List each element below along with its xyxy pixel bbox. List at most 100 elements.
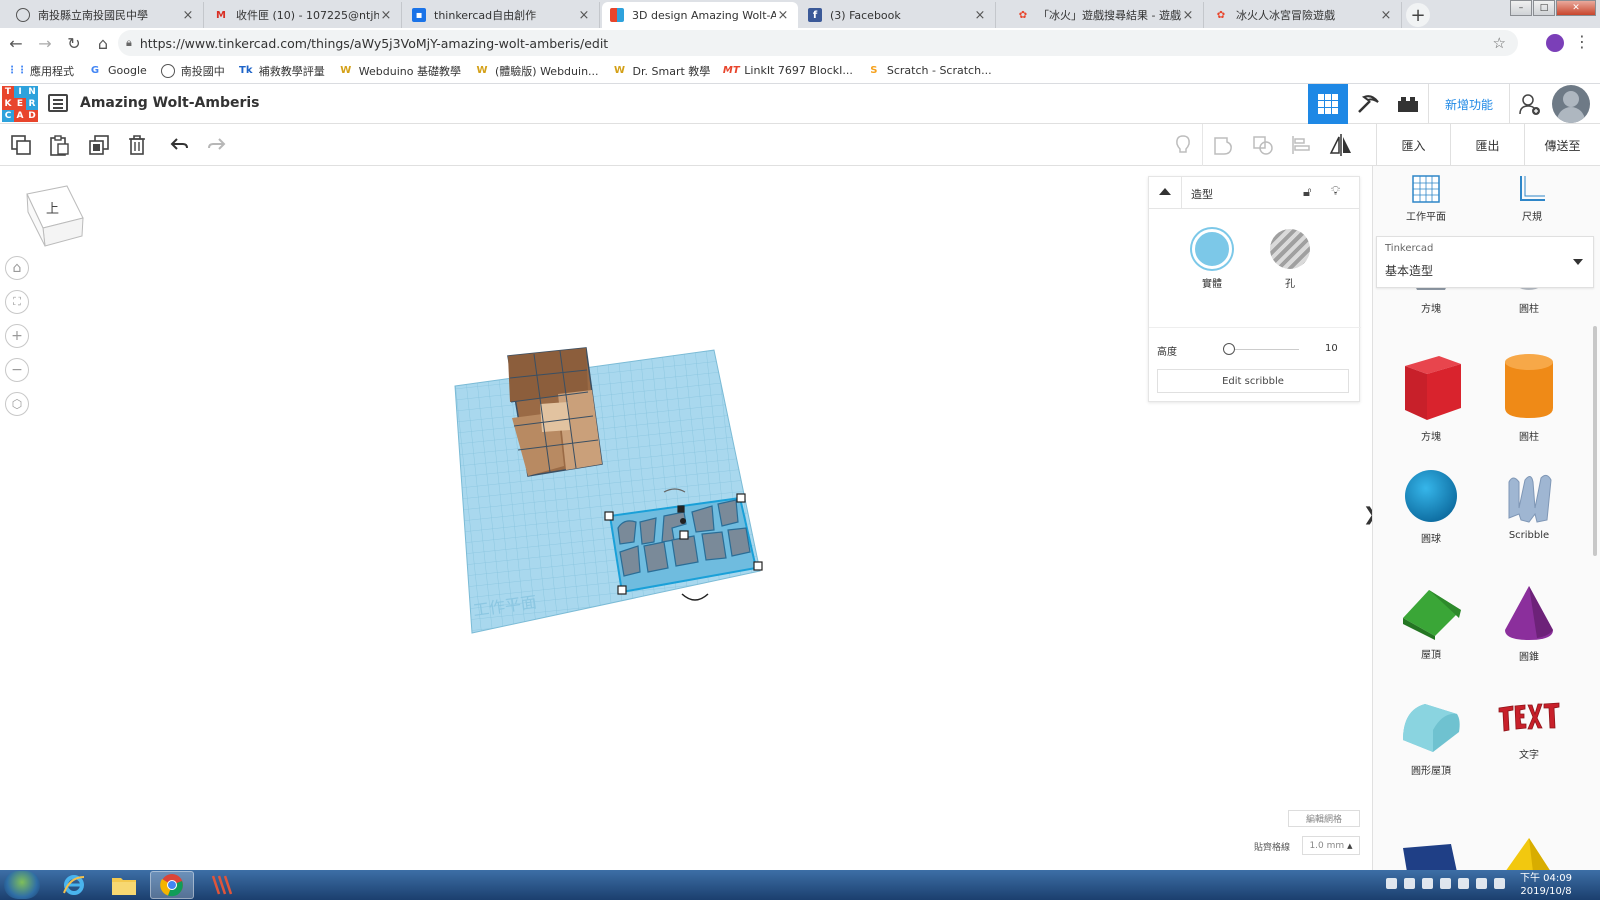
hole-swatch[interactable]	[1270, 229, 1310, 269]
browser-menu-icon[interactable]: ⋮	[1574, 32, 1590, 51]
collapse-caret-icon[interactable]	[1159, 188, 1171, 195]
height-slider-knob[interactable]	[1223, 343, 1235, 355]
chrome-taskbar-button[interactable]	[150, 871, 194, 899]
bookmark-item[interactable]: S Scratch - Scratch...	[867, 64, 991, 78]
project-title[interactable]: Amazing Wolt-Amberis	[80, 95, 260, 111]
mirror-button[interactable]	[1328, 132, 1354, 158]
flag-icon[interactable]	[1476, 878, 1487, 889]
solid-option[interactable]: 實體	[1187, 229, 1237, 290]
close-icon[interactable]: ×	[181, 8, 195, 23]
panel-scrollbar[interactable]	[1593, 326, 1597, 556]
browser-tab[interactable]: ✿ 冰火人冰宮冒險遊戲 ×	[1206, 2, 1402, 28]
height-slider-track[interactable]	[1229, 349, 1299, 350]
hole-option[interactable]: 孔	[1265, 229, 1315, 290]
close-icon[interactable]: ×	[973, 8, 987, 23]
browser-tab[interactable]: f (3) Facebook ×	[800, 2, 996, 28]
edit-grid-button[interactable]: 編輯網格	[1288, 810, 1360, 827]
height-value[interactable]: 10	[1325, 343, 1338, 354]
app-taskbar-button[interactable]	[200, 871, 244, 899]
reload-button[interactable]: ↻	[61, 30, 87, 56]
shape-item-cone[interactable]: 圓錐	[1489, 584, 1569, 663]
close-icon[interactable]: ×	[577, 8, 591, 23]
bricks-view-button[interactable]	[1388, 84, 1428, 124]
maximize-button[interactable]: □	[1533, 0, 1555, 16]
back-button[interactable]: ←	[3, 30, 29, 56]
blocks-view-button[interactable]	[1348, 84, 1388, 124]
browser-tab[interactable]: M 收件匣 (10) - 107225@ntjh.ntct ×	[206, 2, 402, 28]
lock-icon[interactable]: 🔓︎	[1303, 185, 1311, 200]
close-icon[interactable]: ×	[379, 8, 393, 23]
shape-item-round-roof[interactable]: 圓形屋頂	[1391, 700, 1471, 777]
3d-design-view-button[interactable]	[1308, 84, 1348, 124]
paste-button[interactable]	[46, 132, 72, 158]
start-button[interactable]	[4, 871, 40, 899]
monitor-icon[interactable]	[1494, 878, 1505, 889]
ruler-tool[interactable]: 尺規	[1497, 174, 1567, 223]
profile-avatar[interactable]	[1546, 34, 1564, 52]
tinkercad-logo[interactable]: TINKERCAD	[2, 86, 38, 122]
expand-tray-icon[interactable]	[1440, 878, 1451, 889]
bookmark-item[interactable]: 南投國中	[160, 63, 225, 79]
browser-tab[interactable]: 南投縣立南投國民中學 ×	[8, 2, 204, 28]
chat-icon[interactable]	[1422, 878, 1433, 889]
3d-workspace[interactable]: 上 ⌂ ⛶ + − ⬡ 工作平面 造型 🔓︎ 💡︎ 實體 孔 高度 10 Edi…	[0, 166, 1378, 870]
system-clock[interactable]: 下午 04:09 2019/10/8	[1520, 872, 1572, 898]
ie-taskbar-button[interactable]	[52, 871, 96, 899]
invite-user-button[interactable]	[1510, 84, 1550, 124]
shape-item-cylinder[interactable]: 圓柱	[1489, 352, 1569, 443]
browser-tab-active[interactable]: 3D design Amazing Wolt-Ambe ×	[602, 2, 798, 28]
send-to-button[interactable]: 傳送至	[1524, 124, 1600, 166]
snap-grid-select[interactable]: 1.0 mm ▲	[1302, 836, 1360, 855]
close-icon[interactable]: ×	[776, 8, 790, 23]
browser-tab[interactable]: ✿ 「冰火」遊戲搜尋結果 - 遊戲天堂 ×	[1008, 2, 1204, 28]
redo-button[interactable]	[204, 132, 230, 158]
zoom-out-button[interactable]: −	[5, 358, 29, 382]
bookmark-item[interactable]: MT LinkIt 7697 BlockI...	[723, 64, 853, 78]
prism-icon[interactable]	[1401, 842, 1461, 870]
bookmark-item[interactable]: W Dr. Smart 教學	[613, 63, 710, 79]
pyramid-icon[interactable]	[1503, 836, 1553, 870]
view-cube[interactable]	[25, 184, 87, 254]
browser-tab[interactable]: ▪ thinkercad自由創作 ×	[404, 2, 600, 28]
workplane-grid[interactable]	[454, 349, 761, 634]
design-menu-icon[interactable]	[48, 94, 68, 112]
explorer-taskbar-button[interactable]	[102, 871, 146, 899]
bookmark-item[interactable]: Tk 補救教學評量	[239, 63, 325, 79]
volume-icon[interactable]	[1458, 878, 1469, 889]
lightbulb-icon[interactable]: 💡︎	[1331, 184, 1340, 199]
solid-swatch[interactable]	[1192, 229, 1232, 269]
workplane-tool[interactable]: 工作平面	[1391, 174, 1461, 223]
export-button[interactable]: 匯出	[1450, 124, 1524, 166]
close-icon[interactable]: ×	[1379, 8, 1393, 23]
copy-button[interactable]	[8, 132, 34, 158]
home-view-button[interactable]: ⌂	[5, 256, 29, 280]
bookmark-star-icon[interactable]: ☆	[1493, 34, 1506, 52]
delete-button[interactable]	[124, 132, 150, 158]
undo-button[interactable]	[166, 132, 192, 158]
shape-item-box[interactable]: 方塊	[1391, 352, 1471, 443]
new-tab-button[interactable]: +	[1406, 3, 1430, 27]
bookmark-item[interactable]: W (體驗版) Webduin...	[475, 63, 598, 79]
minimize-button[interactable]: –	[1510, 0, 1532, 16]
home-button[interactable]: ⌂	[90, 30, 116, 56]
help-icon[interactable]	[1404, 878, 1415, 889]
group-button[interactable]	[1210, 132, 1236, 158]
edit-scribble-button[interactable]: Edit scribble	[1157, 369, 1349, 393]
forward-button[interactable]: →	[32, 30, 58, 56]
shape-library-select[interactable]: Tinkercad 基本造型	[1376, 236, 1594, 288]
import-button[interactable]: 匯入	[1376, 124, 1450, 166]
show-all-button[interactable]	[1170, 132, 1196, 158]
zoom-in-button[interactable]: +	[5, 324, 29, 348]
ungroup-button[interactable]	[1250, 132, 1276, 158]
perspective-button[interactable]: ⬡	[5, 392, 29, 416]
url-input[interactable]: 🔒︎ https://www.tinkercad.com/things/aWy5…	[118, 30, 1518, 56]
shape-item-text[interactable]: 文字	[1489, 700, 1569, 761]
bookmark-item[interactable]: W Webduino 基礎教學	[339, 63, 461, 79]
network-icon[interactable]	[1386, 878, 1397, 889]
bookmark-item[interactable]: ⋮⋮ 應用程式	[7, 63, 74, 79]
window-close-button[interactable]: ✕	[1556, 0, 1596, 16]
shape-item-scribble[interactable]: Scribble	[1489, 468, 1569, 541]
duplicate-button[interactable]	[86, 132, 112, 158]
shape-item-sphere[interactable]: 圓球	[1391, 468, 1471, 545]
user-avatar[interactable]	[1552, 85, 1590, 123]
